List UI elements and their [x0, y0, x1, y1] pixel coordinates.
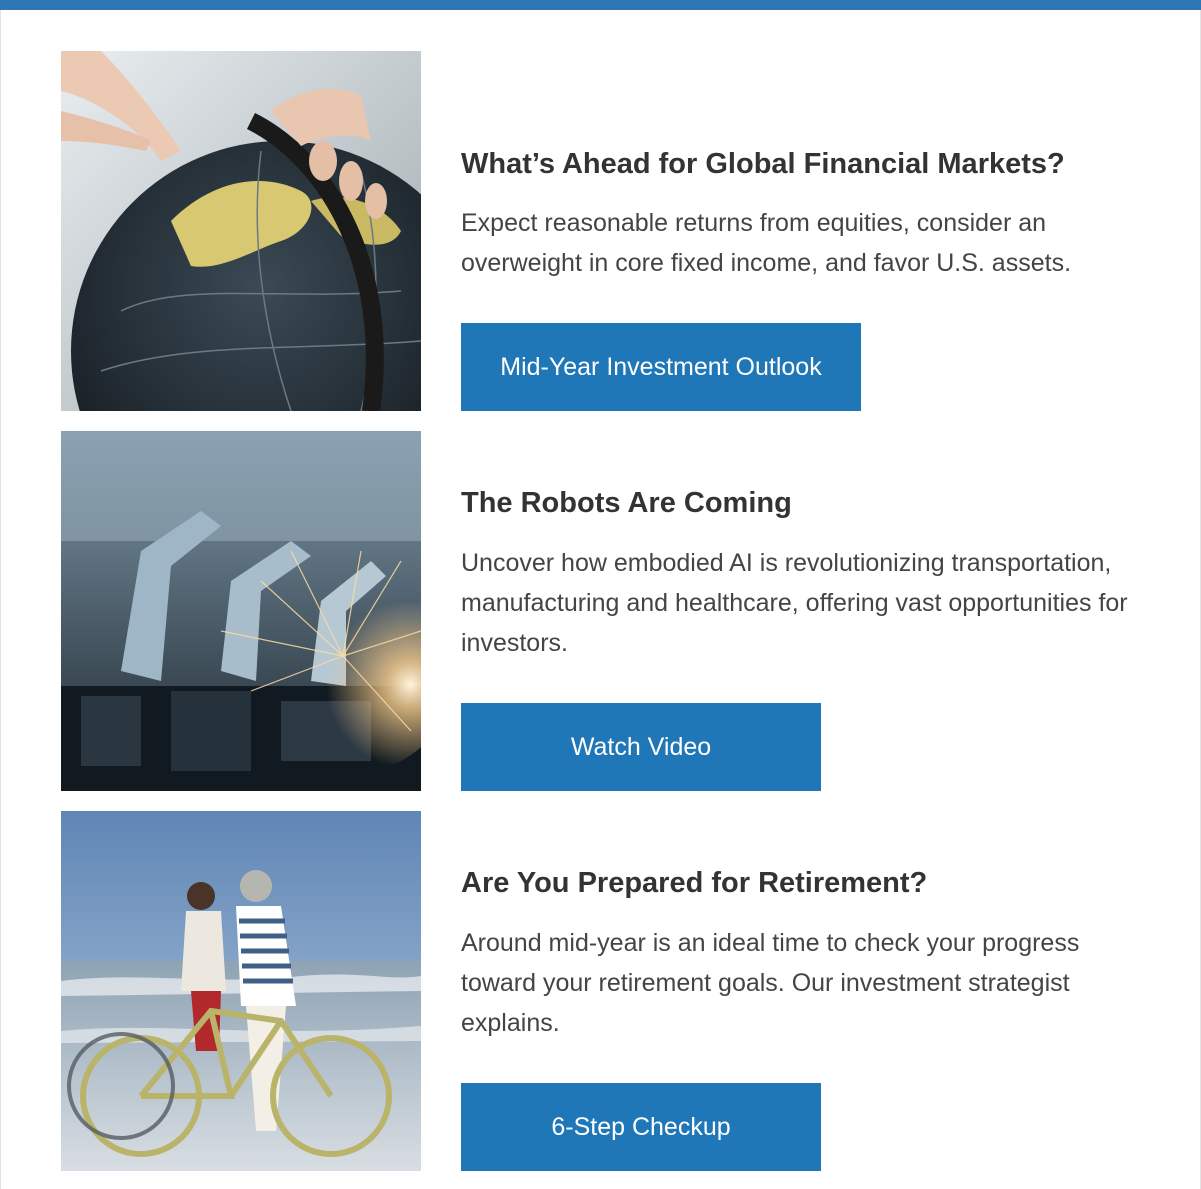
watch-video-button[interactable]: Watch Video [461, 703, 821, 791]
hands-turning-globe-image [61, 51, 421, 411]
left-border [0, 10, 1, 1189]
article-description: Around mid-year is an ideal time to chec… [461, 929, 1080, 1037]
article-card-retirement: Are You Prepared for Retirement? Around … [61, 811, 1171, 1171]
mid-year-outlook-button[interactable]: Mid-Year Investment Outlook [461, 323, 861, 411]
article-description: Expect reasonable returns from equities,… [461, 209, 1072, 277]
article-body: Are You Prepared for Retirement? Around … [461, 811, 1151, 1171]
retirement-image[interactable] [61, 811, 421, 1171]
robotic-welding-arms-image [61, 431, 421, 791]
article-title: The Robots Are Coming [461, 487, 792, 519]
article-title: Are You Prepared for Retirement? [461, 867, 928, 899]
article-title: What’s Ahead for Global Financial Market… [461, 148, 1065, 180]
top-accent-bar [0, 0, 1201, 10]
article-description: Uncover how embodied AI is revolutionizi… [461, 549, 1128, 657]
article-card-robots: The Robots Are Coming Uncover how embodi… [61, 431, 1171, 791]
robots-image[interactable] [61, 431, 421, 791]
article-body: The Robots Are Coming Uncover how embodi… [461, 431, 1151, 791]
article-body: What’s Ahead for Global Financial Market… [461, 51, 1151, 411]
couple-walking-bicycles-beach-image [61, 811, 421, 1171]
retirement-checkup-button[interactable]: 6-Step Checkup [461, 1083, 821, 1171]
globe-image[interactable] [61, 51, 421, 411]
article-card-markets: What’s Ahead for Global Financial Market… [61, 51, 1171, 411]
